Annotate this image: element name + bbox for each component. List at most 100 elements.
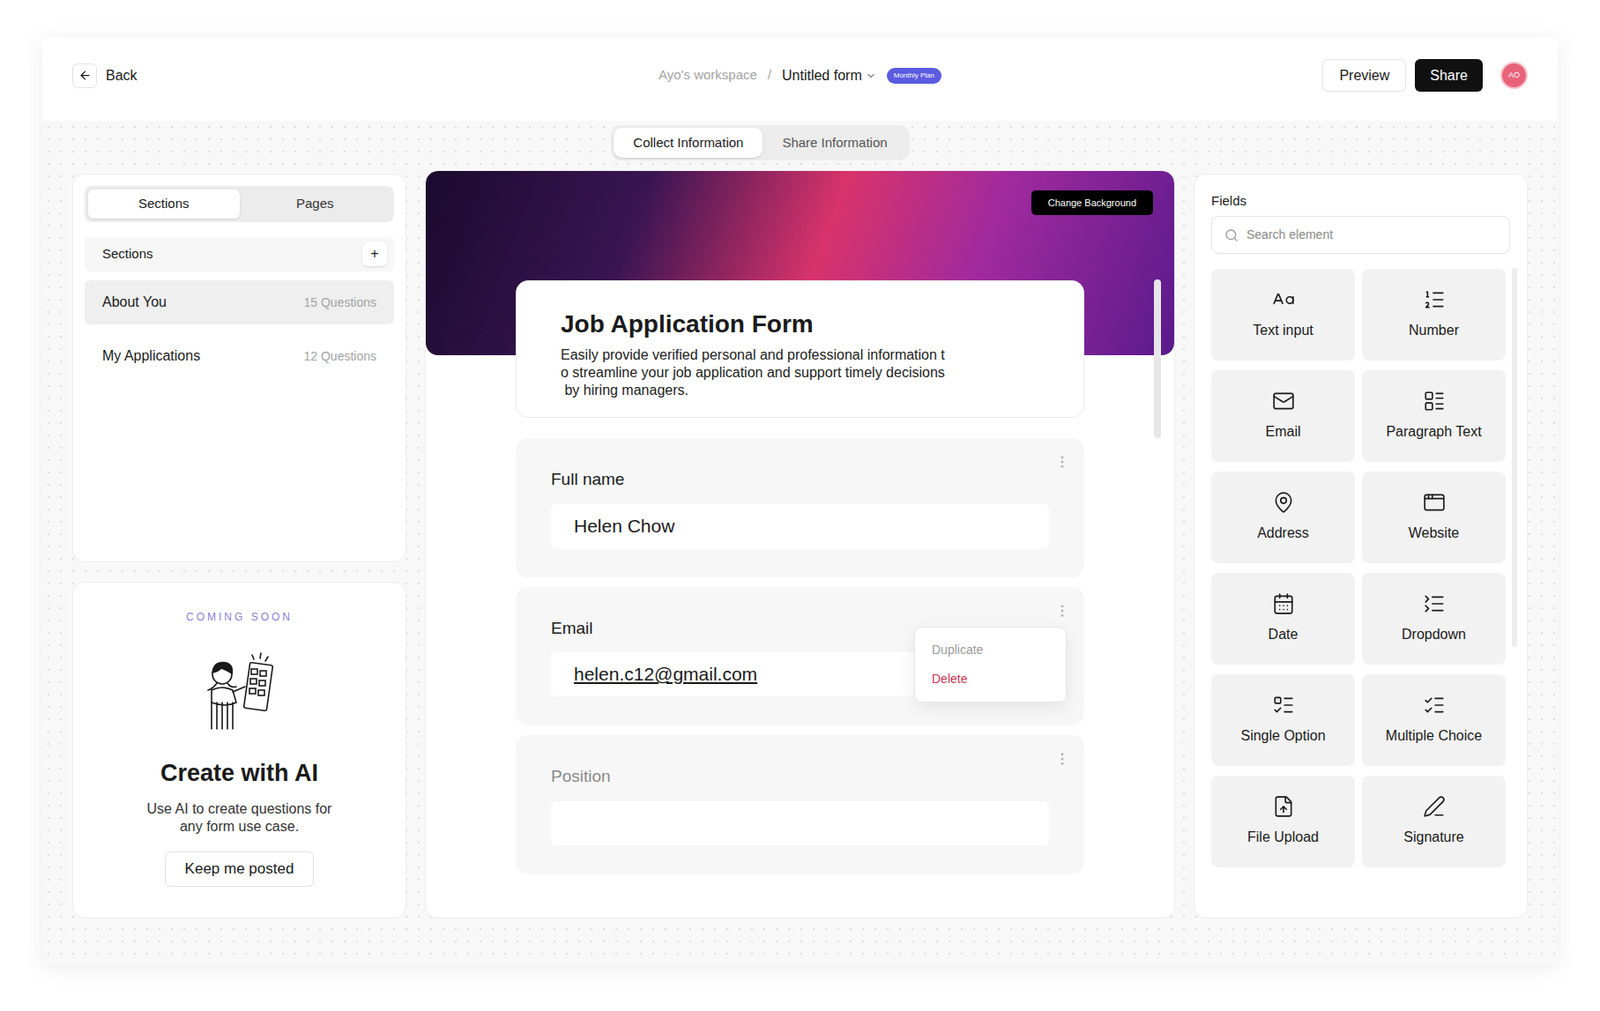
element-label: Single Option (1240, 725, 1325, 747)
form-title-dropdown[interactable]: Untitled form (781, 65, 877, 87)
form-editor: Change Background Job Application Form Eas… (424, 170, 1176, 919)
segment-tab[interactable]: Sections (88, 189, 240, 219)
section-item[interactable]: My Applications 12 Questions (84, 334, 395, 379)
breadcrumb-separator: / (767, 65, 772, 86)
section-name: My Applications (102, 345, 201, 367)
ai-card-description: Use AI to create questions for any form … (133, 800, 346, 836)
field-menu: DuplicateDelete (914, 626, 1067, 703)
search-placeholder: Search element (1246, 225, 1333, 245)
section-count: 15 Questions (304, 293, 378, 313)
more-options-icon[interactable] (1054, 602, 1071, 619)
signature-icon (1422, 795, 1446, 819)
field-label: Full name (550, 467, 1050, 493)
change-background-button[interactable]: Change Background (1031, 190, 1154, 216)
field-value: Helen Chow (573, 512, 675, 541)
email-icon (1272, 389, 1295, 413)
app-frame: Back Ayo's workspace / Untitled form Monthly… (42, 37, 1558, 965)
back-button[interactable]: Back (72, 63, 138, 89)
element-label: Dropdown (1401, 624, 1467, 646)
sections-header: Sections + (84, 236, 395, 272)
element-tile[interactable]: Website (1361, 471, 1506, 564)
more-options-icon[interactable] (1054, 751, 1071, 767)
form-description[interactable]: Easily provide verified personal and pro… (560, 346, 1040, 400)
menu-item[interactable]: Duplicate (915, 635, 1066, 665)
more-options-icon[interactable] (1054, 453, 1071, 470)
workspace-link[interactable]: Ayo's workspace (658, 65, 758, 86)
section-list: About You 15 Questions My Applications 12 Q… (84, 280, 395, 379)
field-card[interactable]: Position (515, 735, 1085, 875)
ai-card-title: Create with AI (160, 755, 319, 792)
form-title-card: Job Application Form Easily provide verif… (515, 280, 1085, 418)
form-title[interactable]: Job Application Form (560, 309, 1040, 340)
element-tile[interactable]: Number (1361, 268, 1506, 361)
element-tile[interactable]: Text input (1211, 268, 1355, 361)
field-value: helen.c12@gmail.com (573, 660, 758, 689)
section-count: 12 Questions (304, 347, 378, 366)
keep-me-posted-button[interactable]: Keep me posted (164, 851, 315, 887)
ai-card: COMING SOON Create with AI Use AI to creat… (72, 581, 407, 919)
elements-title: Fields (1211, 192, 1511, 210)
field-input[interactable]: Helen Chow (550, 504, 1050, 549)
preview-button[interactable]: Preview (1322, 59, 1407, 92)
element-tile[interactable]: Paragraph Text (1361, 370, 1506, 462)
text-icon (1272, 288, 1295, 312)
description-line: by hiring managers. (560, 381, 1040, 400)
segmented-control: SectionsPages (84, 186, 395, 223)
back-label: Back (105, 65, 138, 87)
field-label: Position (550, 764, 1050, 790)
paragraph-icon (1422, 389, 1446, 413)
element-tile[interactable]: Email (1211, 370, 1355, 462)
back-box (72, 63, 97, 89)
number-icon (1422, 288, 1446, 312)
section-name: About You (102, 291, 167, 313)
workspace-row: SectionsPagesSections+About You15 Questi… (42, 170, 1558, 919)
search-icon (1224, 228, 1239, 243)
element-grid: Text inputNumber Email Paragraph Text Addre… (1211, 268, 1511, 868)
chevron-down-icon (865, 70, 877, 82)
element-tile[interactable]: Date (1211, 573, 1355, 665)
mode-tab[interactable]: Collect Information (613, 127, 763, 158)
single-icon (1272, 693, 1295, 717)
left-column: SectionsPagesSections+About You15 Questi… (72, 173, 407, 919)
element-label: Paragraph Text (1385, 421, 1481, 443)
description-line: Easily provide verified personal and pro… (560, 346, 1040, 365)
field-card[interactable]: Full name Helen Chow (515, 438, 1085, 578)
header-left: Back (72, 63, 390, 89)
element-label: File Upload (1247, 826, 1319, 849)
field-input[interactable] (550, 801, 1050, 846)
scrollbar[interactable] (1153, 279, 1161, 439)
elements-panel: Fields Search element Text inputNumber Emai… (1193, 173, 1528, 919)
share-button[interactable]: Share (1414, 59, 1483, 92)
page: Back Ayo's workspace / Untitled form Monthly… (0, 0, 1600, 1011)
mode-tabs: Collect InformationShare Information (610, 125, 909, 161)
element-label: Email (1265, 421, 1301, 443)
section-item[interactable]: About You 15 Questions (84, 280, 395, 325)
website-icon (1422, 491, 1446, 514)
segment-tab[interactable]: Pages (239, 189, 392, 219)
ai-illustration-icon (195, 647, 284, 737)
element-label: Date (1268, 624, 1299, 646)
element-label: Multiple Choice (1385, 725, 1482, 747)
menu-item[interactable]: Delete (915, 664, 1066, 694)
header-right: PreviewShare AO (1210, 59, 1528, 92)
element-tile[interactable]: Dropdown (1361, 573, 1506, 665)
coming-soon-label: COMING SOON (186, 609, 293, 626)
canvas: Collect InformationShare Information Sect… (42, 120, 1558, 965)
mode-tab[interactable]: Share Information (762, 127, 907, 158)
add-section-button[interactable]: + (362, 241, 387, 267)
element-tile[interactable]: File Upload (1211, 775, 1355, 868)
element-label: Signature (1403, 826, 1465, 849)
element-tile[interactable]: Signature (1361, 775, 1506, 868)
element-search[interactable]: Search element (1211, 215, 1511, 254)
sections-panel: SectionsPagesSections+About You15 Questi… (72, 173, 407, 563)
element-tile[interactable]: Address (1211, 471, 1355, 564)
element-tile[interactable]: Multiple Choice (1361, 674, 1506, 767)
avatar[interactable]: AO (1500, 61, 1528, 90)
sections-header-label: Sections (102, 244, 154, 265)
panel-scrollbar[interactable] (1511, 267, 1518, 648)
field-card[interactable]: Emailhelen.c12@gmail.comDuplicateDelete (515, 587, 1085, 727)
element-label: Address (1257, 522, 1310, 544)
element-tile[interactable]: Single Option (1211, 674, 1355, 767)
plan-badge: Monthly Plan (886, 67, 942, 84)
description-line: o streamline your job application and su… (560, 364, 1040, 382)
